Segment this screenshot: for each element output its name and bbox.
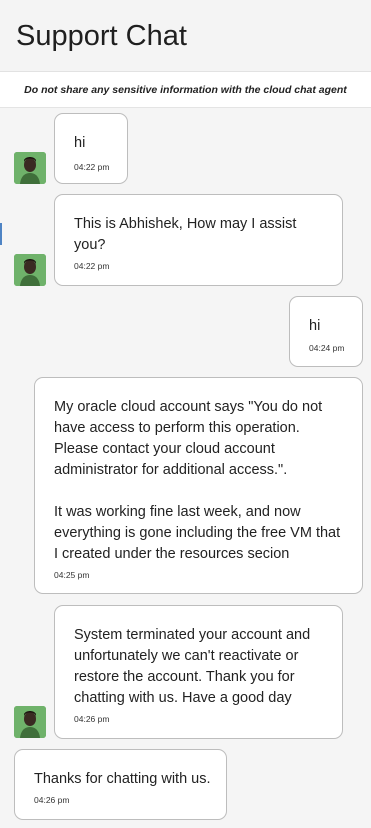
message-timestamp: 04:22 pm — [74, 261, 110, 271]
message-bubble: hi 04:24 pm — [289, 296, 363, 367]
notice-bar: Do not share any sensitive information w… — [0, 72, 371, 108]
message-text: My oracle cloud account says "You do not… — [54, 399, 341, 562]
message-bubble: System terminated your account and unfor… — [54, 605, 343, 739]
message-text: Thanks for chatting with us. — [34, 771, 211, 787]
chat-transcript[interactable]: hi 04:22 pm This is Abhishek, How may I … — [0, 109, 371, 828]
message-bubble: hi 04:22 pm — [54, 113, 128, 184]
agent-avatar-icon — [14, 152, 46, 184]
message-text: System terminated your account and unfor… — [74, 627, 315, 706]
message-timestamp: 04:26 pm — [34, 795, 70, 805]
message-text: This is Abhishek, How may I assist you? — [74, 216, 301, 253]
chat-header: Support Chat — [0, 0, 371, 72]
message-timestamp: 04:25 pm — [54, 570, 90, 580]
agent-avatar-icon — [14, 254, 46, 286]
edge-tab — [0, 223, 2, 245]
agent-avatar-icon — [14, 706, 46, 738]
message-timestamp: 04:26 pm — [74, 714, 110, 724]
page-title: Support Chat — [16, 20, 187, 52]
message-text: hi — [74, 135, 86, 151]
message-bubble: My oracle cloud account says "You do not… — [34, 377, 363, 594]
notice-text: Do not share any sensitive information w… — [24, 84, 347, 96]
message-bubble: Thanks for chatting with us. 04:26 pm — [14, 749, 227, 820]
message-timestamp: 04:24 pm — [309, 343, 345, 353]
message-text: hi — [309, 318, 321, 334]
message-bubble: This is Abhishek, How may I assist you? … — [54, 194, 343, 286]
message-timestamp: 04:22 pm — [74, 162, 110, 172]
